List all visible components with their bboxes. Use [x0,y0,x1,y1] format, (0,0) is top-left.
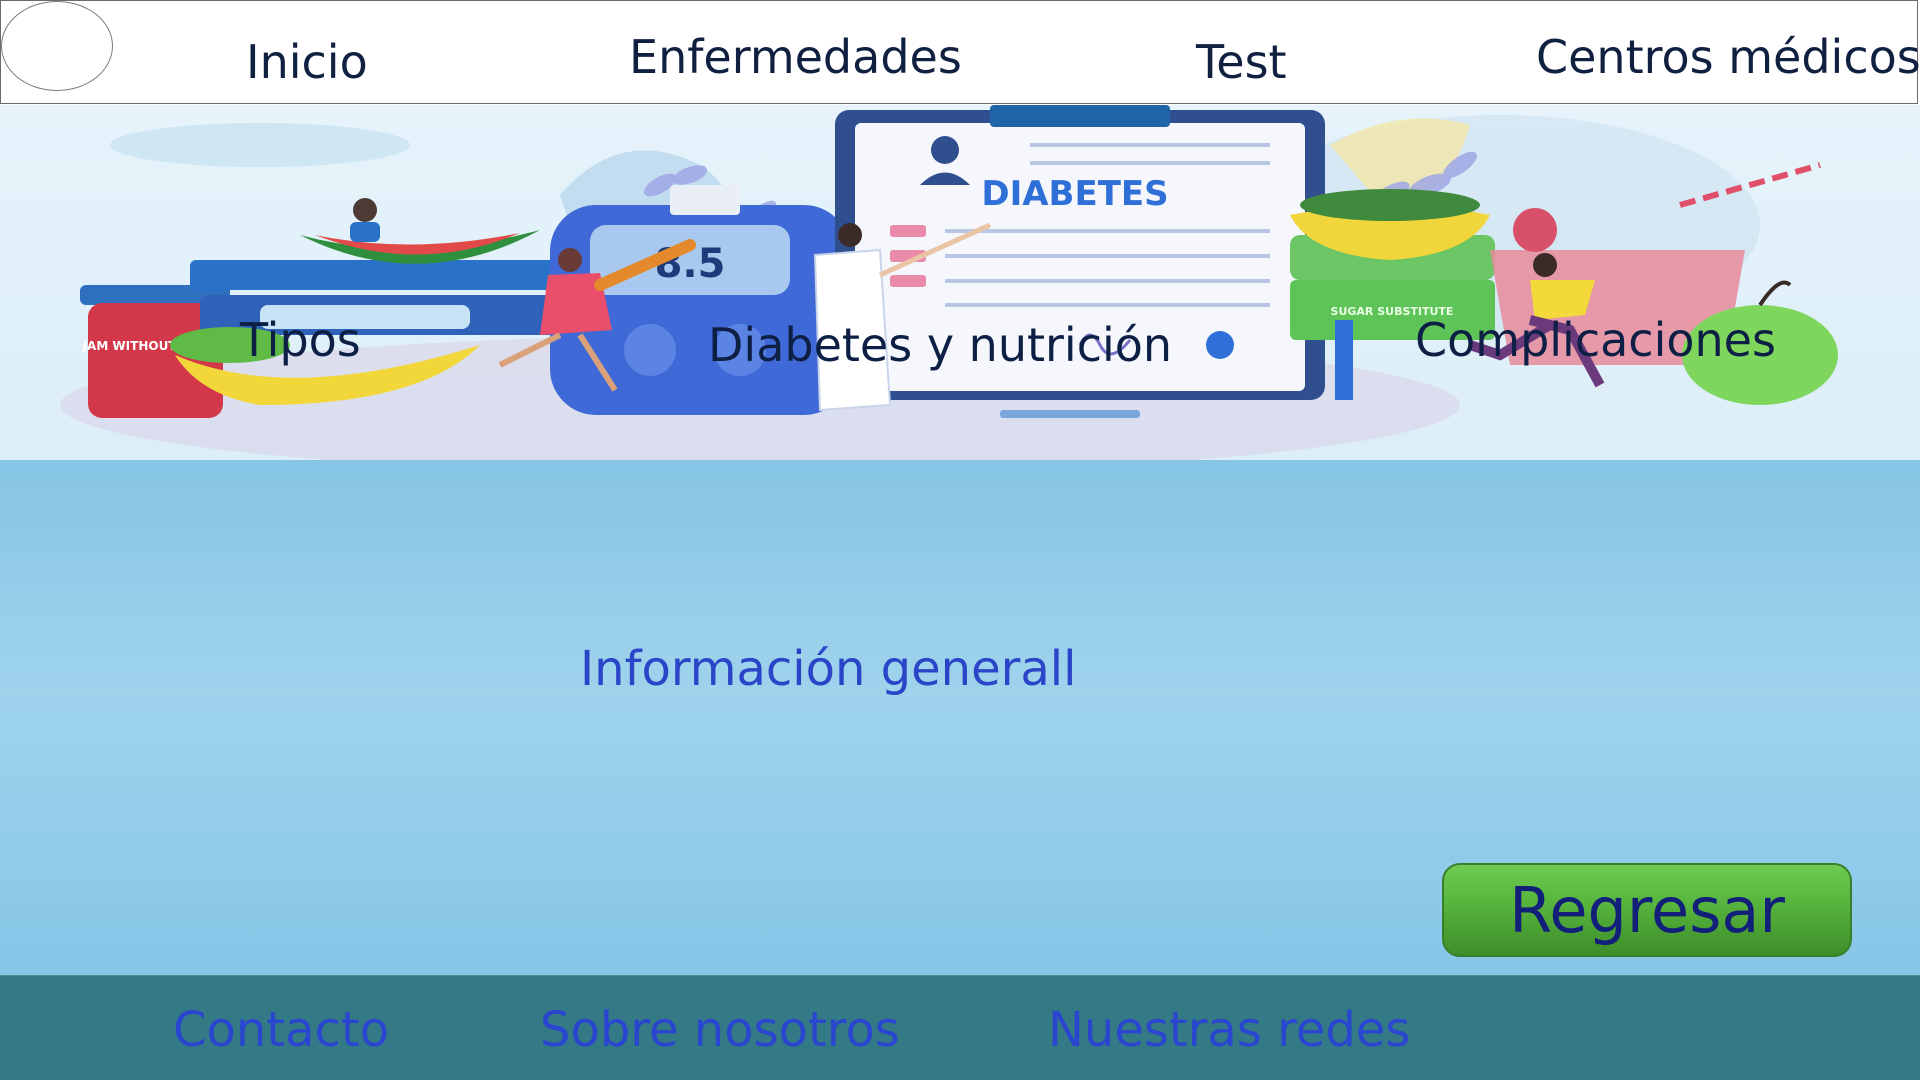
info-general-title: Información generall [580,641,1077,697]
nav-inicio[interactable]: Inicio [246,39,368,85]
nav-test[interactable]: Test [1196,39,1287,85]
link-complicaciones[interactable]: Complicaciones [1415,317,1776,363]
link-tipos[interactable]: Tipos [240,317,361,363]
nav-centros-medicos[interactable]: Centros médicos [1536,34,1920,80]
footer-nuestras-redes[interactable]: Nuestras redes [1048,1006,1410,1054]
link-diabetes-nutricion[interactable]: Diabetes y nutrición [708,322,1172,368]
top-navbar: Inicio Enfermedades Test Centros médicos [0,0,1920,104]
footer-contacto[interactable]: Contacto [173,1006,389,1054]
diabetes-illustration: JAM WITHOUT SUGAR 8.5 DIABETES SUGAR SUB… [60,105,1838,460]
footer: Contacto Sobre nosotros Nuestras redes [0,975,1920,1080]
clipboard-title: DIABETES [981,174,1168,214]
nav-enfermedades[interactable]: Enfermedades [629,34,962,80]
main-content: Información generall Regresar [0,460,1920,975]
back-button[interactable]: Regresar [1442,863,1852,957]
hero-banner: JAM WITHOUT SUGAR 8.5 DIABETES SUGAR SUB… [0,105,1920,460]
footer-sobre-nosotros[interactable]: Sobre nosotros [540,1006,900,1054]
logo-circle-icon[interactable] [1,1,113,91]
